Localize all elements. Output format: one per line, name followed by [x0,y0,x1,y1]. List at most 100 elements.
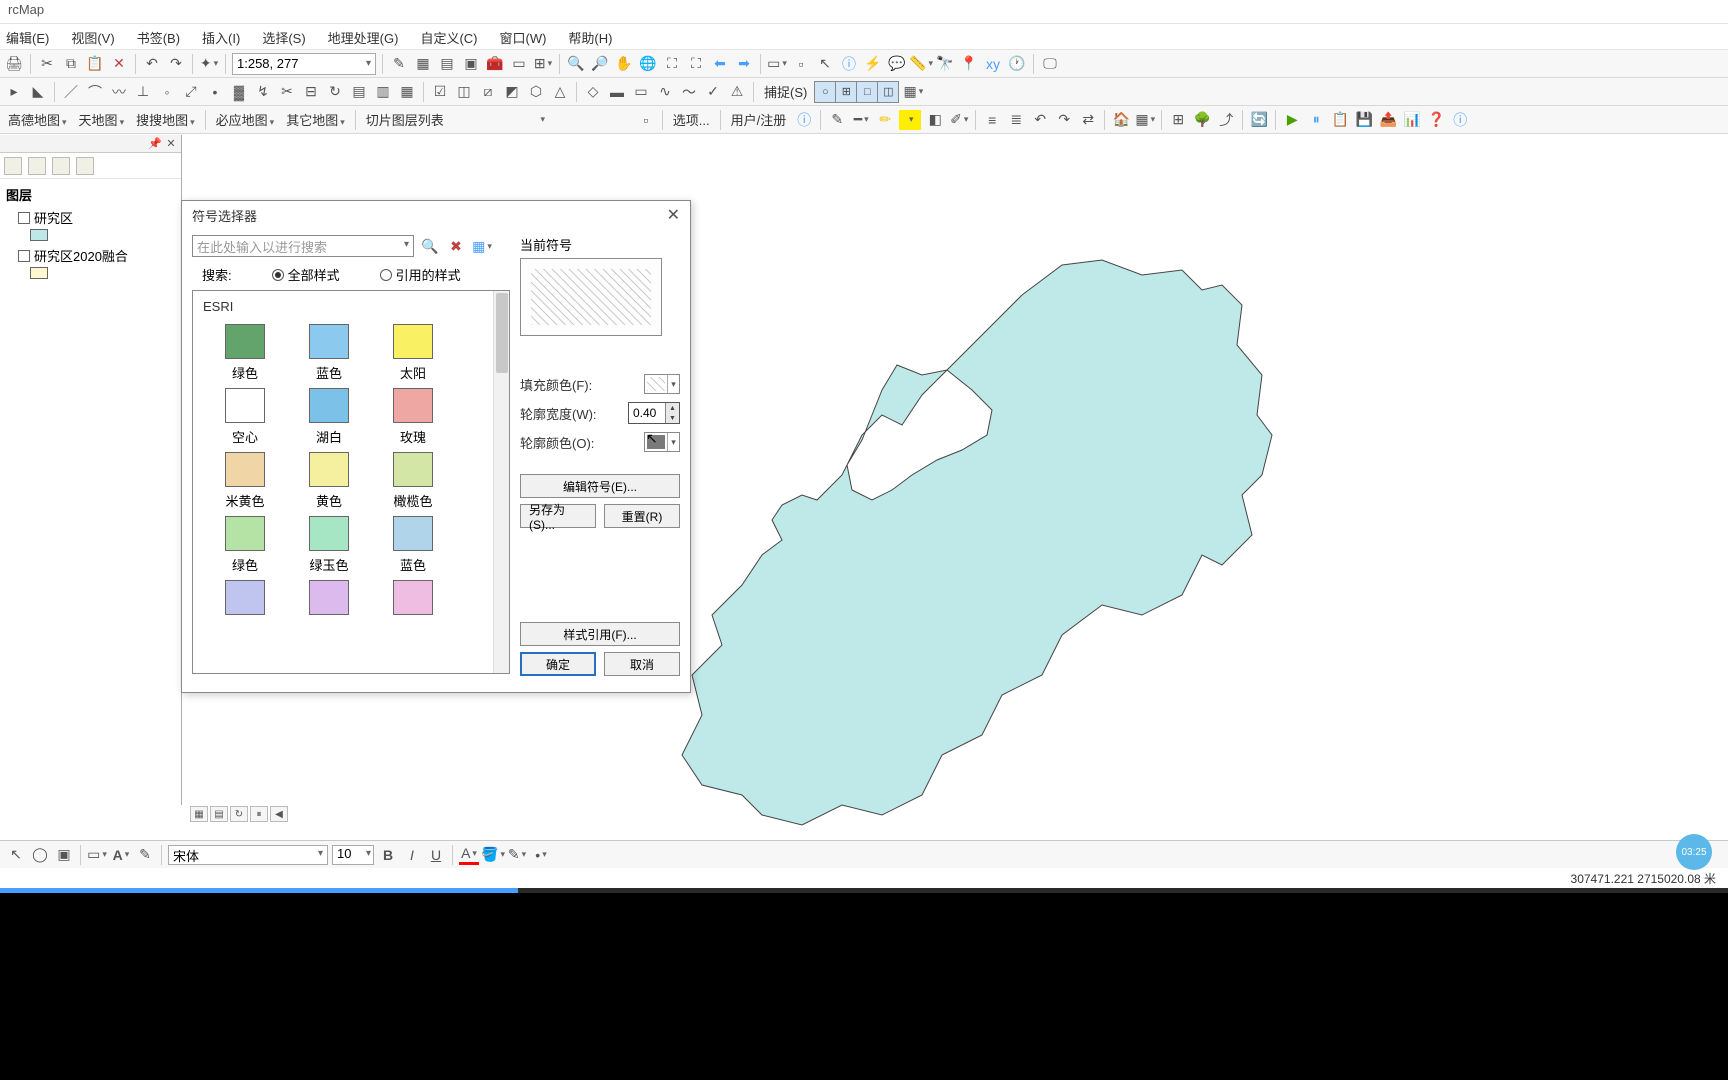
search-icon[interactable]: 🔍 [420,236,440,256]
symbol-item[interactable] [373,580,453,619]
modelbuilder-icon[interactable]: ⊞ [533,54,553,74]
data-view-icon[interactable]: ▦ [190,806,208,822]
tile-dropdown-icon[interactable] [452,110,632,130]
menu-window[interactable]: 窗口(W) [495,28,550,45]
menu-help[interactable]: 帮助(H) [564,28,616,45]
scale-input[interactable]: 1:258, 277 [232,53,376,75]
distance-icon[interactable]: ⤢ [181,82,201,102]
pause-icon[interactable]: ⏸ [1306,110,1326,130]
line-color-icon[interactable]: ✎ [507,845,527,865]
python-icon[interactable]: ▭ [509,54,529,74]
export-icon[interactable]: 📤 [1378,110,1398,130]
next-extent-icon[interactable]: ➡ [734,54,754,74]
symbol-item[interactable]: 绿色 [205,516,285,574]
pin-icon[interactable]: 📌 [147,137,163,150]
toc-list-by-source-icon[interactable] [28,157,46,175]
help-icon[interactable]: ❓ [1426,110,1446,130]
create-viewer-icon[interactable]: 🖵 [1040,54,1060,74]
symbol-item[interactable]: 绿玉色 [289,516,369,574]
toc-list-by-visibility-icon[interactable] [52,157,70,175]
fill-color-icon[interactable]: 🪣 [483,845,503,865]
html-popup-icon[interactable]: 💬 [887,54,907,74]
generalize-icon[interactable]: ∿ [655,82,675,102]
toc-root-layers[interactable]: 图层 [2,183,179,206]
fixed-zoom-out-icon[interactable]: ⛶ [686,54,706,74]
snap-edge-icon[interactable]: ◫ [877,81,899,103]
toc-layer-study-area[interactable]: 研究区 [2,206,179,229]
symbol-item[interactable]: 玫瑰 [373,388,453,446]
arctoolbox-icon[interactable]: 🧰 [485,54,505,74]
rotate-left-icon[interactable]: ↶ [1030,110,1050,130]
undo-icon[interactable]: ↶ [142,54,162,74]
symbol-item[interactable]: 太阳 [373,324,453,382]
align-edge-icon[interactable]: ▬ [607,82,627,102]
menu-insert[interactable]: 插入(I) [198,28,244,45]
symbol-item[interactable] [205,580,285,619]
layer-checkbox-icon[interactable] [18,212,30,224]
redo-icon[interactable]: ↷ [166,54,186,74]
brush-icon[interactable]: ✐ [949,110,969,130]
flip-icon[interactable]: ⇄ [1078,110,1098,130]
save-state-icon[interactable]: 💾 [1354,110,1374,130]
symbol-item[interactable]: 湖白 [289,388,369,446]
user-register-link[interactable]: 用户/注册 [727,110,791,129]
layout-icon[interactable]: ▦ [1135,110,1155,130]
copy-icon[interactable]: ⧉ [61,54,81,74]
menu-bookmarks[interactable]: 书签(B) [133,28,184,45]
style-references-button[interactable]: 样式引用(F)... [520,622,680,646]
find-icon[interactable]: 🔭 [935,54,955,74]
find-route-icon[interactable]: 📍 [959,54,979,74]
italic-icon[interactable]: I [402,845,422,865]
endpoint-arc-icon[interactable]: ⌒ [85,82,105,102]
midpoint-icon[interactable]: ◦ [157,82,177,102]
chart-icon[interactable]: 📊 [1402,110,1422,130]
home-icon[interactable]: 🏠 [1111,110,1131,130]
straight-segment-icon[interactable]: ／ [61,82,81,102]
dialog-titlebar[interactable]: 符号选择器 ✕ [182,201,690,229]
tianditu-dropdown[interactable]: 天地图 [75,110,129,129]
reset-button[interactable]: 重置(R) [604,504,680,528]
view-mode-icon[interactable]: ▦ [472,236,492,256]
toc-options-icon[interactable] [76,157,94,175]
point-icon[interactable]: • [205,82,225,102]
cut-icon[interactable]: ✂ [37,54,57,74]
spinner-down-icon[interactable]: ▼ [666,413,679,423]
attributes-icon[interactable]: ▤ [349,82,369,102]
prev-extent-icon[interactable]: ⬅ [710,54,730,74]
cancel-button[interactable]: 取消 [604,652,680,676]
print-icon[interactable]: 🖨 [4,54,24,74]
symbol-item[interactable]: 蓝色 [289,324,369,382]
toolbox-icon[interactable]: ▦ [413,54,433,74]
scrollbar[interactable] [493,291,509,673]
toc-layer-study-area-2020[interactable]: 研究区2020融合 [2,244,179,267]
font-size-dropdown[interactable]: 10 [332,845,374,865]
full-extent-icon[interactable]: 🌐 [638,54,658,74]
tree-icon[interactable]: 🌳 [1192,110,1212,130]
clear-tiles-icon[interactable]: ▫ [636,110,656,130]
delete-icon[interactable]: ✕ [109,54,129,74]
error-inspector-icon[interactable]: ⧄ [478,82,498,102]
dimension-icon[interactable]: ⊞ [1168,110,1188,130]
select-features-icon[interactable]: ▭ [767,54,787,74]
run-icon[interactable]: ▶ [1282,110,1302,130]
shared-features-icon[interactable]: ◩ [502,82,522,102]
align-center-icon[interactable]: ≣ [1006,110,1026,130]
fixed-zoom-in-icon[interactable]: ⛶ [662,54,682,74]
clear-selection-icon[interactable]: ▫ [791,54,811,74]
rectangle-tool-icon[interactable]: ▭ [87,845,107,865]
measure-icon[interactable]: 📏 [911,54,931,74]
zoom-to-selected-icon[interactable]: ▣ [54,845,74,865]
highlight-icon[interactable]: ✏ [875,110,895,130]
snap-options-icon[interactable]: ▦ [903,82,923,102]
sketch-props-icon[interactable]: ▥ [373,82,393,102]
underline-icon[interactable]: U [426,845,446,865]
menu-selection[interactable]: 选择(S) [258,28,309,45]
curve-icon[interactable]: ⤴ [1216,110,1236,130]
scrollbar-thumb[interactable] [496,293,508,373]
select-elements-icon[interactable]: ↖ [815,54,835,74]
close-panel-icon[interactable]: ✕ [163,137,179,150]
symbol-item[interactable]: 空心 [205,388,285,446]
align-left-icon[interactable]: ≡ [982,110,1002,130]
symbol-search-input[interactable]: 在此处输入以进行搜索 [192,235,414,257]
layer-symbol-swatch[interactable] [30,267,48,279]
